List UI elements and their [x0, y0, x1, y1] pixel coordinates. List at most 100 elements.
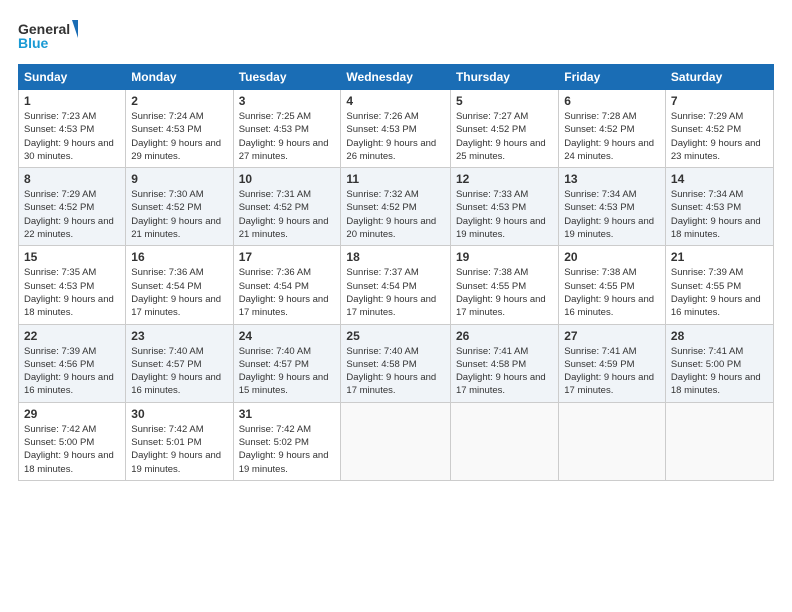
calendar-cell: 30 Sunrise: 7:42 AMSunset: 5:01 PMDaylig… — [126, 402, 233, 480]
day-info: Sunrise: 7:36 AMSunset: 4:54 PMDaylight:… — [131, 267, 221, 318]
day-number: 15 — [24, 250, 120, 264]
day-info: Sunrise: 7:39 AMSunset: 4:55 PMDaylight:… — [671, 267, 761, 318]
calendar-week-row: 1 Sunrise: 7:23 AMSunset: 4:53 PMDayligh… — [19, 90, 774, 168]
calendar-cell — [341, 402, 451, 480]
day-info: Sunrise: 7:29 AMSunset: 4:52 PMDaylight:… — [671, 111, 761, 162]
day-info: Sunrise: 7:33 AMSunset: 4:53 PMDaylight:… — [456, 189, 546, 240]
day-number: 13 — [564, 172, 660, 186]
day-number: 6 — [564, 94, 660, 108]
day-number: 27 — [564, 329, 660, 343]
day-info: Sunrise: 7:40 AMSunset: 4:58 PMDaylight:… — [346, 346, 436, 397]
day-number: 9 — [131, 172, 227, 186]
day-info: Sunrise: 7:34 AMSunset: 4:53 PMDaylight:… — [564, 189, 654, 240]
day-info: Sunrise: 7:28 AMSunset: 4:52 PMDaylight:… — [564, 111, 654, 162]
calendar-day-header: Thursday — [450, 65, 558, 90]
calendar-cell: 19 Sunrise: 7:38 AMSunset: 4:55 PMDaylig… — [450, 246, 558, 324]
day-number: 11 — [346, 172, 445, 186]
page: General Blue SundayMondayTuesdayWednesda… — [0, 0, 792, 612]
day-info: Sunrise: 7:24 AMSunset: 4:53 PMDaylight:… — [131, 111, 221, 162]
day-number: 8 — [24, 172, 120, 186]
calendar-cell: 26 Sunrise: 7:41 AMSunset: 4:58 PMDaylig… — [450, 324, 558, 402]
calendar-cell: 16 Sunrise: 7:36 AMSunset: 4:54 PMDaylig… — [126, 246, 233, 324]
calendar-cell — [559, 402, 666, 480]
calendar-day-header: Monday — [126, 65, 233, 90]
day-info: Sunrise: 7:40 AMSunset: 4:57 PMDaylight:… — [239, 346, 329, 397]
calendar-day-header: Wednesday — [341, 65, 451, 90]
calendar-cell: 14 Sunrise: 7:34 AMSunset: 4:53 PMDaylig… — [665, 168, 773, 246]
calendar-cell: 29 Sunrise: 7:42 AMSunset: 5:00 PMDaylig… — [19, 402, 126, 480]
day-info: Sunrise: 7:41 AMSunset: 5:00 PMDaylight:… — [671, 346, 761, 397]
day-info: Sunrise: 7:39 AMSunset: 4:56 PMDaylight:… — [24, 346, 114, 397]
day-number: 21 — [671, 250, 768, 264]
calendar-cell: 3 Sunrise: 7:25 AMSunset: 4:53 PMDayligh… — [233, 90, 341, 168]
calendar-cell: 28 Sunrise: 7:41 AMSunset: 5:00 PMDaylig… — [665, 324, 773, 402]
calendar-cell: 21 Sunrise: 7:39 AMSunset: 4:55 PMDaylig… — [665, 246, 773, 324]
svg-text:Blue: Blue — [18, 35, 49, 51]
calendar-day-header: Sunday — [19, 65, 126, 90]
calendar-cell: 5 Sunrise: 7:27 AMSunset: 4:52 PMDayligh… — [450, 90, 558, 168]
calendar-cell — [450, 402, 558, 480]
calendar-day-header: Saturday — [665, 65, 773, 90]
calendar-cell: 9 Sunrise: 7:30 AMSunset: 4:52 PMDayligh… — [126, 168, 233, 246]
calendar-cell: 1 Sunrise: 7:23 AMSunset: 4:53 PMDayligh… — [19, 90, 126, 168]
calendar: SundayMondayTuesdayWednesdayThursdayFrid… — [18, 64, 774, 481]
day-info: Sunrise: 7:37 AMSunset: 4:54 PMDaylight:… — [346, 267, 436, 318]
day-number: 5 — [456, 94, 553, 108]
day-info: Sunrise: 7:31 AMSunset: 4:52 PMDaylight:… — [239, 189, 329, 240]
calendar-cell: 15 Sunrise: 7:35 AMSunset: 4:53 PMDaylig… — [19, 246, 126, 324]
calendar-cell: 7 Sunrise: 7:29 AMSunset: 4:52 PMDayligh… — [665, 90, 773, 168]
day-number: 25 — [346, 329, 445, 343]
logo-svg: General Blue — [18, 18, 78, 54]
day-number: 4 — [346, 94, 445, 108]
day-number: 12 — [456, 172, 553, 186]
day-number: 28 — [671, 329, 768, 343]
day-info: Sunrise: 7:27 AMSunset: 4:52 PMDaylight:… — [456, 111, 546, 162]
day-number: 24 — [239, 329, 336, 343]
day-info: Sunrise: 7:38 AMSunset: 4:55 PMDaylight:… — [564, 267, 654, 318]
day-info: Sunrise: 7:29 AMSunset: 4:52 PMDaylight:… — [24, 189, 114, 240]
day-info: Sunrise: 7:35 AMSunset: 4:53 PMDaylight:… — [24, 267, 114, 318]
day-number: 26 — [456, 329, 553, 343]
calendar-cell — [665, 402, 773, 480]
calendar-cell: 31 Sunrise: 7:42 AMSunset: 5:02 PMDaylig… — [233, 402, 341, 480]
day-number: 7 — [671, 94, 768, 108]
day-number: 14 — [671, 172, 768, 186]
day-info: Sunrise: 7:42 AMSunset: 5:02 PMDaylight:… — [239, 424, 329, 475]
calendar-cell: 12 Sunrise: 7:33 AMSunset: 4:53 PMDaylig… — [450, 168, 558, 246]
day-info: Sunrise: 7:42 AMSunset: 5:01 PMDaylight:… — [131, 424, 221, 475]
day-info: Sunrise: 7:40 AMSunset: 4:57 PMDaylight:… — [131, 346, 221, 397]
calendar-week-row: 29 Sunrise: 7:42 AMSunset: 5:00 PMDaylig… — [19, 402, 774, 480]
day-info: Sunrise: 7:25 AMSunset: 4:53 PMDaylight:… — [239, 111, 329, 162]
day-info: Sunrise: 7:41 AMSunset: 4:58 PMDaylight:… — [456, 346, 546, 397]
calendar-week-row: 15 Sunrise: 7:35 AMSunset: 4:53 PMDaylig… — [19, 246, 774, 324]
calendar-cell: 13 Sunrise: 7:34 AMSunset: 4:53 PMDaylig… — [559, 168, 666, 246]
day-number: 3 — [239, 94, 336, 108]
calendar-cell: 17 Sunrise: 7:36 AMSunset: 4:54 PMDaylig… — [233, 246, 341, 324]
calendar-cell: 6 Sunrise: 7:28 AMSunset: 4:52 PMDayligh… — [559, 90, 666, 168]
day-info: Sunrise: 7:38 AMSunset: 4:55 PMDaylight:… — [456, 267, 546, 318]
day-number: 22 — [24, 329, 120, 343]
day-number: 30 — [131, 407, 227, 421]
calendar-week-row: 22 Sunrise: 7:39 AMSunset: 4:56 PMDaylig… — [19, 324, 774, 402]
calendar-cell: 23 Sunrise: 7:40 AMSunset: 4:57 PMDaylig… — [126, 324, 233, 402]
day-info: Sunrise: 7:23 AMSunset: 4:53 PMDaylight:… — [24, 111, 114, 162]
calendar-cell: 4 Sunrise: 7:26 AMSunset: 4:53 PMDayligh… — [341, 90, 451, 168]
day-info: Sunrise: 7:42 AMSunset: 5:00 PMDaylight:… — [24, 424, 114, 475]
calendar-body: 1 Sunrise: 7:23 AMSunset: 4:53 PMDayligh… — [19, 90, 774, 481]
calendar-cell: 20 Sunrise: 7:38 AMSunset: 4:55 PMDaylig… — [559, 246, 666, 324]
day-number: 2 — [131, 94, 227, 108]
day-info: Sunrise: 7:30 AMSunset: 4:52 PMDaylight:… — [131, 189, 221, 240]
calendar-week-row: 8 Sunrise: 7:29 AMSunset: 4:52 PMDayligh… — [19, 168, 774, 246]
day-number: 17 — [239, 250, 336, 264]
calendar-day-header: Tuesday — [233, 65, 341, 90]
calendar-cell: 11 Sunrise: 7:32 AMSunset: 4:52 PMDaylig… — [341, 168, 451, 246]
day-info: Sunrise: 7:41 AMSunset: 4:59 PMDaylight:… — [564, 346, 654, 397]
calendar-cell: 25 Sunrise: 7:40 AMSunset: 4:58 PMDaylig… — [341, 324, 451, 402]
calendar-cell: 10 Sunrise: 7:31 AMSunset: 4:52 PMDaylig… — [233, 168, 341, 246]
calendar-cell: 24 Sunrise: 7:40 AMSunset: 4:57 PMDaylig… — [233, 324, 341, 402]
day-number: 1 — [24, 94, 120, 108]
day-info: Sunrise: 7:36 AMSunset: 4:54 PMDaylight:… — [239, 267, 329, 318]
day-number: 16 — [131, 250, 227, 264]
day-number: 18 — [346, 250, 445, 264]
day-info: Sunrise: 7:26 AMSunset: 4:53 PMDaylight:… — [346, 111, 436, 162]
